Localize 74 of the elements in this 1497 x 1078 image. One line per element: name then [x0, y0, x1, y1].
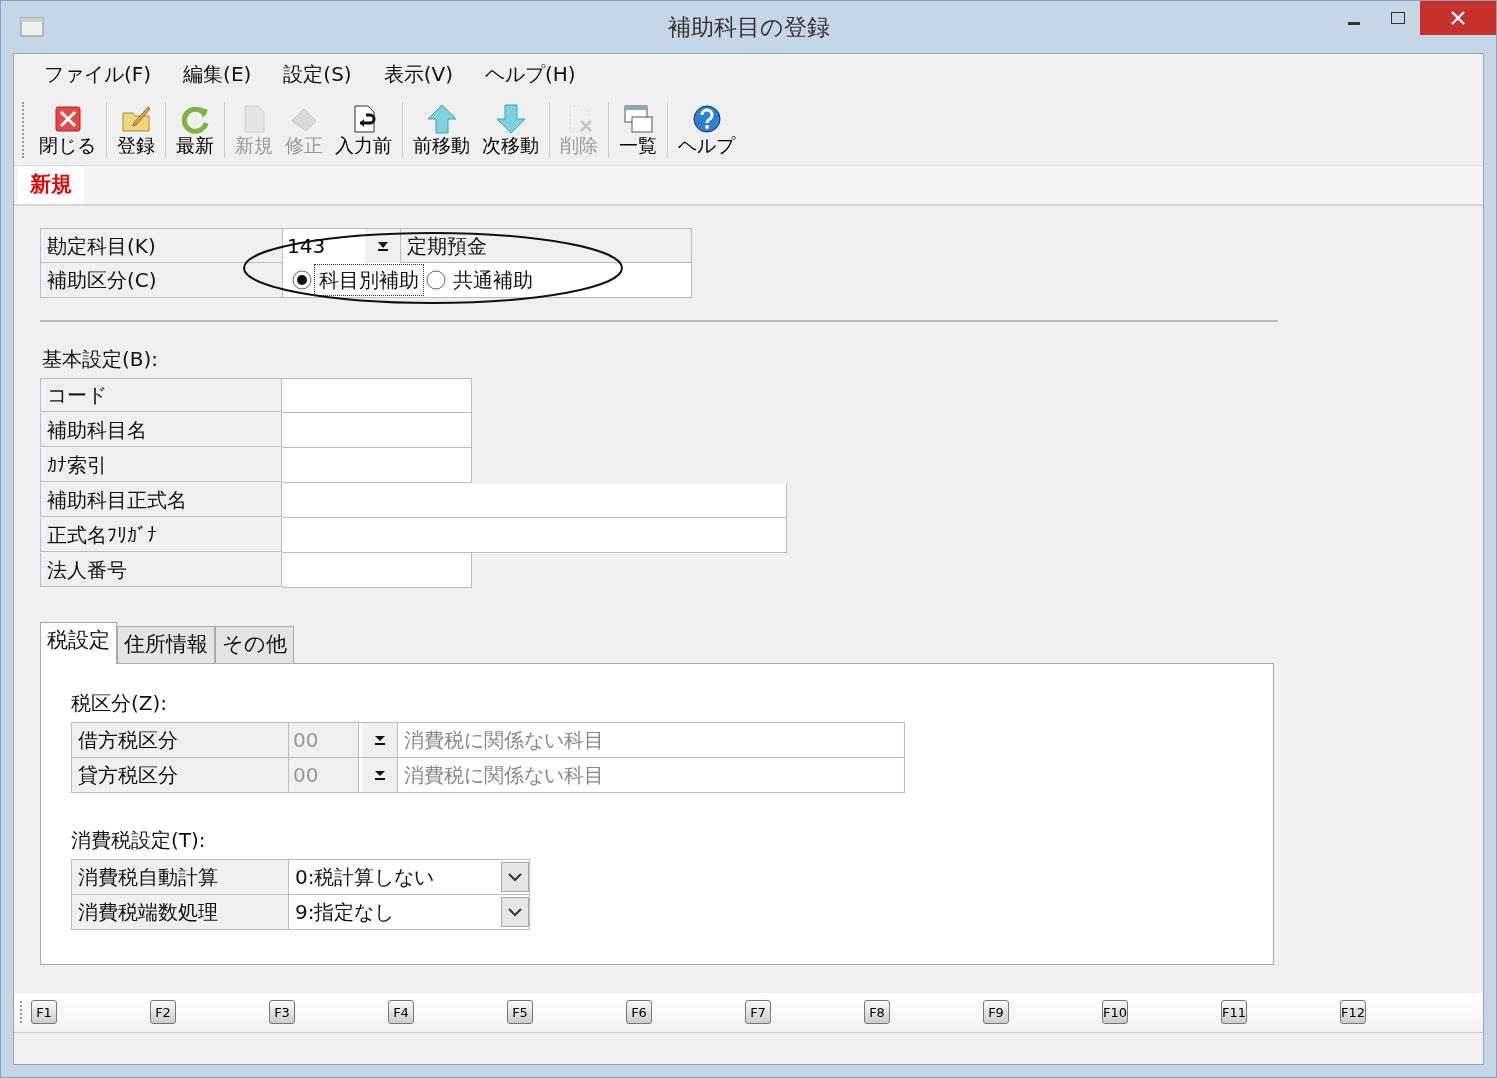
function-key[interactable]: F11	[1221, 1000, 1247, 1024]
field-label: 正式名ﾌﾘｶﾞﾅ	[40, 518, 282, 552]
function-key[interactable]: F1	[31, 1000, 57, 1024]
field-label: 補助科目名	[40, 413, 282, 447]
field-label: 消費税端数処理	[72, 894, 289, 929]
tab[interactable]: その他	[215, 626, 294, 663]
function-key[interactable]: F9	[983, 1000, 1009, 1024]
toolbar-button[interactable]: 次移動	[476, 103, 545, 156]
toolbar-button[interactable]: 前移動	[407, 103, 476, 156]
up-arrow-icon	[425, 103, 458, 136]
function-key[interactable]: F3	[269, 1000, 295, 1024]
radio-label[interactable]: 科目別補助	[315, 265, 423, 295]
dropdown-button[interactable]	[362, 757, 398, 792]
function-key[interactable]: F4	[388, 1000, 414, 1024]
menu-item[interactable]: ヘルプ(H)	[468, 59, 592, 89]
dropdown-button[interactable]	[362, 722, 398, 757]
field-label: 勘定科目(K)	[41, 229, 283, 263]
tab[interactable]: 住所情報	[117, 626, 215, 663]
field-label: 消費税自動計算	[72, 859, 289, 894]
function-key[interactable]: F2	[150, 1000, 176, 1024]
toolbar-button[interactable]: ヘルプ	[672, 103, 741, 156]
input-field[interactable]	[282, 378, 472, 413]
field-label: ｶﾅ索引	[40, 448, 282, 482]
chevron-icon	[501, 861, 529, 892]
field-label: 補助区分(C)	[41, 263, 283, 297]
window-title: 補助科目の登録	[667, 13, 830, 40]
function-key[interactable]: F12	[1340, 1000, 1366, 1024]
tax-category-name: 消費税に関係ない科目	[404, 761, 604, 789]
tax-category-name: 消費税に関係ない科目	[404, 726, 604, 754]
toolbar-button[interactable]: 登録	[111, 103, 161, 156]
function-key[interactable]: F10	[1102, 1000, 1128, 1024]
menu-item[interactable]: 表示(V)	[367, 59, 469, 89]
radio-button[interactable]	[291, 269, 313, 291]
section-heading: 税区分(Z):	[71, 689, 169, 717]
radio-button[interactable]	[425, 269, 447, 291]
toolbar-button[interactable]: 最新	[170, 103, 220, 156]
minimize-icon	[1348, 21, 1360, 25]
field-label: 借方税区分	[72, 722, 289, 757]
field-label: 法人番号	[40, 553, 282, 587]
toolbar-button[interactable]: 閉じる	[33, 103, 102, 156]
dropdown-arrow-icon	[372, 733, 387, 746]
radio-label[interactable]: 共通補助	[449, 265, 537, 295]
function-key[interactable]: F6	[626, 1000, 652, 1024]
function-key[interactable]: F7	[745, 1000, 771, 1024]
window-list-icon	[622, 103, 654, 136]
input-field[interactable]	[282, 413, 472, 448]
field-label: 貸方税区分	[72, 757, 289, 792]
dropdown-arrow-icon	[375, 240, 390, 252]
account-name: 定期預金	[407, 232, 487, 260]
chevron-icon	[501, 896, 529, 927]
maximize-icon	[1390, 11, 1406, 25]
section-heading: 基本設定(B):	[42, 346, 160, 373]
menu-item[interactable]: 編集(E)	[167, 59, 268, 89]
app-icon	[19, 16, 45, 38]
help-icon	[690, 103, 723, 136]
close-button[interactable]	[1420, 1, 1496, 35]
dropdown-button[interactable]	[365, 229, 401, 263]
section-heading: 消費税設定(T):	[71, 826, 207, 854]
tab[interactable]: 税設定	[40, 622, 117, 664]
input-field[interactable]	[282, 553, 472, 588]
dropdown-arrow-icon	[372, 768, 387, 781]
input-field[interactable]	[282, 518, 787, 553]
menu-item[interactable]: ファイル(F)	[28, 59, 168, 89]
field-label: 補助科目正式名	[40, 483, 282, 517]
menu-item[interactable]: 設定(S)	[267, 59, 368, 89]
toolbar-button[interactable]: 一覧	[613, 103, 663, 156]
input-field[interactable]	[282, 448, 472, 483]
input-field[interactable]	[282, 483, 787, 518]
field-label: コード	[40, 378, 282, 412]
close-icon	[1450, 10, 1466, 26]
toolbar-button[interactable]: 入力前	[329, 103, 398, 156]
function-key[interactable]: F8	[864, 1000, 890, 1024]
function-key[interactable]: F5	[507, 1000, 533, 1024]
down-arrow-icon	[494, 103, 527, 136]
